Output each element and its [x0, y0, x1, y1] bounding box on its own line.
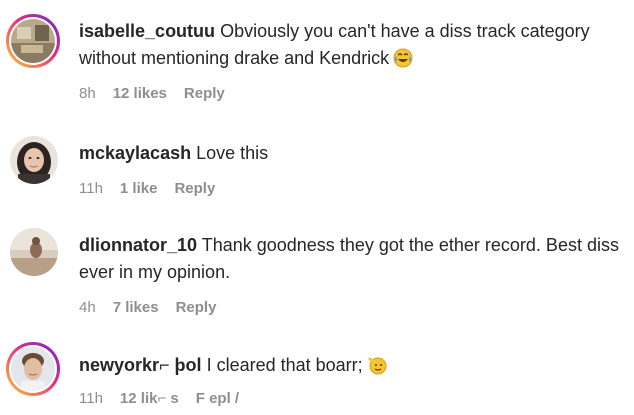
- comment-likes[interactable]: 12 lik⌐ s: [120, 390, 179, 407]
- comment-body: newyorkr⌐ þol I cleared that boarr; 11h …: [79, 352, 622, 407]
- comment-likes[interactable]: 1 like: [120, 180, 158, 197]
- comments-feed: isabelle_coutuu Obviously you can't have…: [0, 0, 634, 415]
- comment-likes[interactable]: 12 likes: [113, 85, 167, 102]
- comment-text: I cleared that boarr;: [206, 355, 363, 375]
- comment-likes[interactable]: 7 likes: [113, 299, 159, 316]
- comment-time: 11h: [79, 390, 103, 407]
- comment-meta: 11h 1 like Reply: [79, 180, 622, 197]
- comment-body: mckaylacash Love this 11h 1 like Reply: [79, 140, 622, 197]
- comment-username[interactable]: isabelle_coutuu: [79, 21, 215, 41]
- comment-username[interactable]: newyorkr⌐ þol: [79, 355, 202, 375]
- avatar-photo: [11, 19, 55, 63]
- reply-button[interactable]: Reply: [174, 180, 215, 197]
- reply-button[interactable]: Reply: [176, 299, 217, 316]
- comment-text-line: mckaylacash Love this: [79, 140, 622, 167]
- reply-button[interactable]: F epl /: [196, 390, 239, 407]
- comment-meta: 4h 7 likes Reply: [79, 299, 622, 316]
- comment-meta: 8h 12 likes Reply: [79, 85, 622, 102]
- comment-text: Love this: [196, 143, 269, 163]
- saluting-face-emoji: [367, 355, 387, 375]
- comment-username[interactable]: dlionnator_10: [79, 235, 197, 255]
- comment-meta: 11h 12 lik⌐ s F epl /: [79, 390, 622, 407]
- avatar[interactable]: [6, 14, 60, 68]
- avatar[interactable]: [6, 342, 60, 396]
- tears-of-joy-emoji: [393, 48, 413, 68]
- comment-text-line: isabelle_coutuu Obviously you can't have…: [79, 18, 622, 72]
- comment-text-line: dlionnator_10 Thank goodness they got th…: [79, 232, 622, 286]
- reply-button[interactable]: Reply: [184, 85, 225, 102]
- comment-text-line: newyorkr⌐ þol I cleared that boarr;: [79, 352, 622, 379]
- comment-body: dlionnator_10 Thank goodness they got th…: [79, 232, 622, 316]
- comment-time: 4h: [79, 299, 96, 316]
- avatar[interactable]: [10, 136, 58, 184]
- avatar-photo: [11, 347, 55, 391]
- avatar[interactable]: [10, 228, 58, 276]
- comment-username[interactable]: mckaylacash: [79, 143, 191, 163]
- comment-time: 11h: [79, 180, 103, 197]
- comment-body: isabelle_coutuu Obviously you can't have…: [79, 18, 622, 102]
- comment-time: 8h: [79, 85, 96, 102]
